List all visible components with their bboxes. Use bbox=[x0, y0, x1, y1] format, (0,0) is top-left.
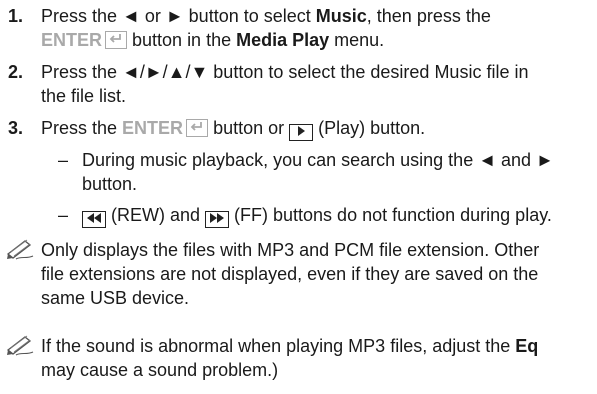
note-line: same USB device. bbox=[41, 288, 190, 308]
text-span: Press the ◄ or ► button to select bbox=[41, 6, 316, 26]
eq-label: Eq bbox=[515, 336, 539, 356]
step-line: Press the ◄/►/▲/▼ button to select the d… bbox=[41, 62, 529, 82]
step-text: Press the ◄ or ► button to select Music,… bbox=[41, 4, 593, 52]
subitem-line: button. bbox=[82, 174, 138, 194]
play-button-icon bbox=[289, 124, 314, 141]
music-label: Music bbox=[315, 6, 367, 26]
step-line: Press the ◄ or ► button to select Music,… bbox=[41, 4, 593, 28]
manual-page: 1. Press the ◄ or ► button to select Mus… bbox=[0, 0, 597, 394]
text-span: , then press the bbox=[366, 6, 491, 26]
note-line: file extensions are not displayed, even … bbox=[41, 264, 539, 284]
step-line: Press the ENTER button or (Play) button. bbox=[41, 116, 593, 141]
text-span: button or bbox=[208, 118, 290, 138]
note-pencil-icon bbox=[5, 238, 35, 260]
text-span: (Play) button. bbox=[313, 118, 426, 138]
text-span: (REW) and bbox=[106, 205, 206, 225]
subitem-line: (REW) and (FF) buttons do not function d… bbox=[82, 203, 593, 228]
dash-bullet: – bbox=[58, 205, 69, 225]
note-line: If the sound is abnormal when playing MP… bbox=[41, 334, 597, 358]
note-line: Only displays the files with MP3 and PCM… bbox=[41, 240, 540, 260]
note-pencil-icon bbox=[5, 334, 35, 356]
step-number: 2. bbox=[8, 62, 24, 82]
step-text: Press the ENTER button or (Play) button. bbox=[41, 116, 593, 141]
note-text: If the sound is abnormal when playing MP… bbox=[41, 334, 597, 382]
step-number: 3. bbox=[8, 118, 24, 138]
media-play-label: Media Play bbox=[236, 30, 330, 50]
step-line: the file list. bbox=[41, 86, 127, 106]
fast-forward-button-icon bbox=[205, 211, 230, 228]
step-text: Press the ◄/►/▲/▼ button to select the d… bbox=[41, 60, 593, 108]
step-number: 1. bbox=[8, 6, 24, 26]
text-span: menu. bbox=[329, 30, 385, 50]
subitem-text: During music playback, you can search us… bbox=[82, 148, 593, 196]
rewind-button-icon bbox=[82, 211, 106, 228]
text-span: button in the bbox=[127, 30, 237, 50]
note-line: may cause a sound problem.) bbox=[41, 360, 279, 380]
enter-return-icon bbox=[105, 31, 128, 49]
subitem-text: (REW) and (FF) buttons do not function d… bbox=[82, 203, 593, 228]
text-span: If the sound is abnormal when playing MP… bbox=[41, 336, 516, 356]
text-span: Press the bbox=[41, 118, 123, 138]
step-line: ENTER button in the Media Play menu. bbox=[41, 28, 593, 52]
enter-key-label: ENTER bbox=[41, 30, 103, 50]
enter-return-icon bbox=[186, 119, 209, 137]
enter-key-label: ENTER bbox=[122, 118, 184, 138]
note-text: Only displays the files with MP3 and PCM… bbox=[41, 238, 597, 310]
dash-bullet: – bbox=[58, 150, 69, 170]
subitem-line: During music playback, you can search us… bbox=[82, 150, 554, 170]
text-span: (FF) buttons do not function during play… bbox=[229, 205, 552, 225]
